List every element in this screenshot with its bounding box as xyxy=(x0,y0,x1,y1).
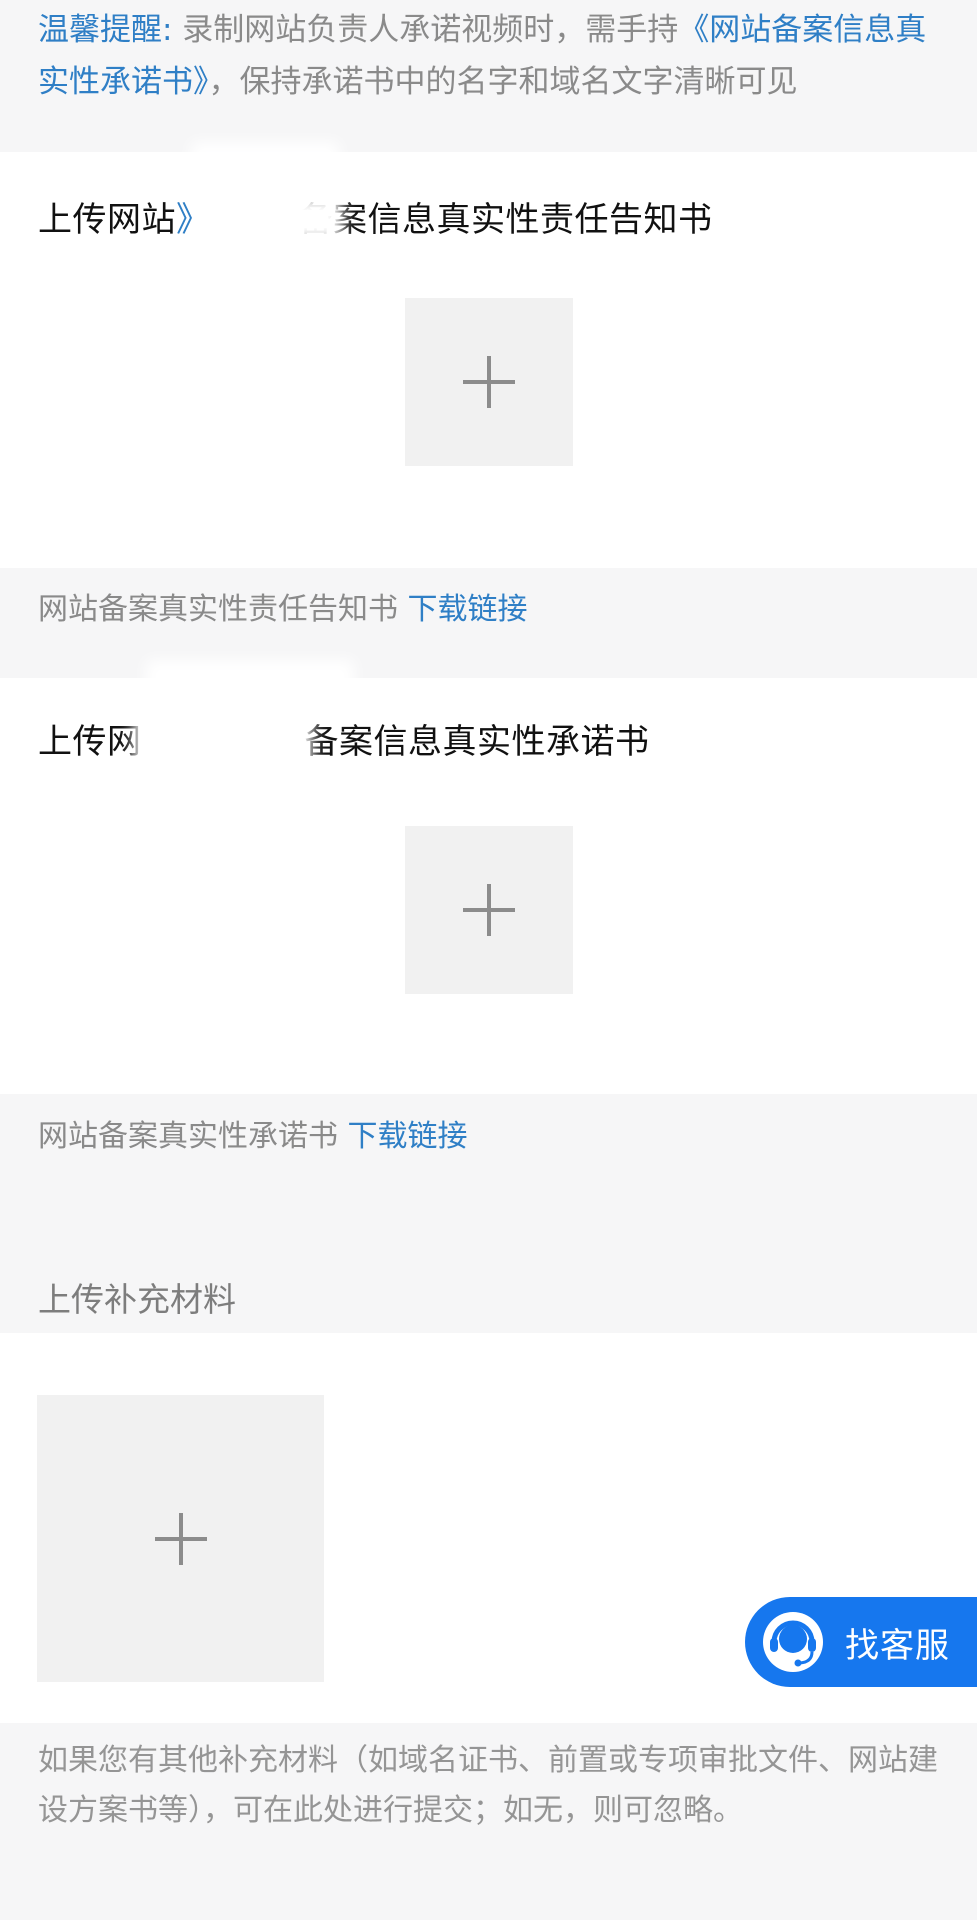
title-end: 备案信息真实性承诺书 xyxy=(304,722,650,762)
upload-commitment-section: 上传网 备案信息真实性承诺书 xyxy=(0,674,977,1094)
responsibility-download-note: 网站备案真实性责任告知书 下载链接 xyxy=(38,584,528,628)
commitment-download-note: 网站备案真实性承诺书 下载链接 xyxy=(38,1111,468,1155)
headset-icon xyxy=(761,1610,825,1674)
title-start: 上传网站 xyxy=(38,200,176,240)
download-link[interactable]: 下载链接 xyxy=(408,592,528,627)
upload-commitment-button[interactable] xyxy=(405,826,573,994)
reminder-suffix: ，保持承诺书中的名字和域名文字清晰可见 xyxy=(208,64,798,100)
upload-responsibility-section: 上传网站》 备案信息真实性责任告知书 xyxy=(0,152,977,568)
redaction-smudge xyxy=(160,674,340,700)
upload-responsibility-button[interactable] xyxy=(405,298,573,466)
customer-service-label: 找客服 xyxy=(845,1625,950,1666)
upload-responsibility-title: 上传网站》 备案信息真实性责任告知书 xyxy=(38,192,713,241)
redaction-smudge xyxy=(148,714,298,768)
plus-icon xyxy=(154,1512,207,1565)
upload-supplement-button[interactable] xyxy=(37,1395,324,1682)
title-end: 备案信息真实性责任告知书 xyxy=(298,200,713,240)
upload-commitment-title: 上传网 备案信息真实性承诺书 xyxy=(38,714,650,763)
download-link[interactable]: 下载链接 xyxy=(348,1119,468,1154)
customer-service-button[interactable]: 找客服 xyxy=(745,1597,977,1687)
plus-icon xyxy=(463,884,515,936)
supplement-title: 上传补充材料 xyxy=(38,1280,236,1319)
title-start: 上传网 xyxy=(38,722,142,762)
reminder-text: 录制网站负责人承诺视频时，需手持 xyxy=(172,12,679,48)
plus-icon xyxy=(463,356,515,408)
redaction-smudge xyxy=(238,210,328,228)
title-mark: 》 xyxy=(176,200,211,240)
note-text: 网站备案真实性责任告知书 xyxy=(38,592,408,627)
reminder-label: 温馨提醒: xyxy=(38,12,173,48)
redaction-smudge xyxy=(205,156,325,178)
note-text: 网站备案真实性承诺书 xyxy=(38,1119,348,1154)
supplement-description: 如果您有其他补充材料（如域名证书、前置或专项审批文件、网站建设方案书等），可在此… xyxy=(38,1743,938,1828)
reminder-notice: 温馨提醒: 录制网站负责人承诺视频时，需手持《网站备案信息真实性承诺书》，保持承… xyxy=(0,0,977,152)
